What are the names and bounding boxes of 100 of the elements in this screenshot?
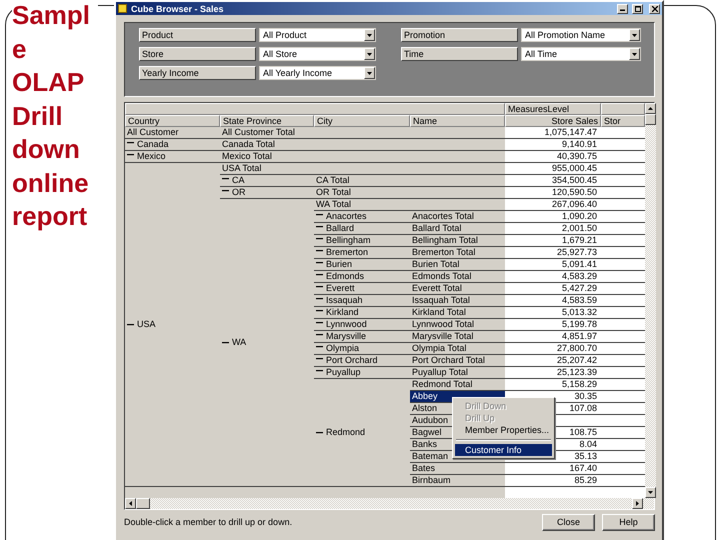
scroll-left-button[interactable] bbox=[125, 498, 136, 509]
member-cell[interactable]: Edmonds bbox=[314, 271, 410, 283]
member-cell[interactable]: Olympia bbox=[314, 343, 410, 355]
member-cell[interactable]: Ballard bbox=[314, 223, 410, 235]
dialog-button[interactable]: Help bbox=[602, 514, 655, 530]
member-label: Mexico bbox=[137, 151, 166, 162]
dropdown-arrow-icon bbox=[632, 34, 637, 36]
minus-icon[interactable] bbox=[316, 355, 323, 362]
minus-icon[interactable] bbox=[222, 175, 229, 182]
sales-cell: 27,800.70 bbox=[505, 343, 601, 355]
member-cell[interactable]: All Customer bbox=[125, 127, 220, 139]
member-label: Banks bbox=[412, 439, 438, 450]
member-label: Kirkland bbox=[326, 307, 359, 318]
sales-cell: 354,500.45 bbox=[505, 175, 601, 187]
minus-icon[interactable] bbox=[316, 295, 323, 302]
measures-header[interactable]: MeasuresLevel bbox=[505, 103, 601, 115]
dimension-label: Store bbox=[139, 47, 256, 61]
up-arrow-icon bbox=[648, 107, 653, 110]
menu-item[interactable]: Customer Info bbox=[455, 444, 552, 456]
scroll-thumb[interactable] bbox=[645, 114, 656, 125]
member-cell[interactable]: Redmond bbox=[314, 379, 410, 487]
minus-icon[interactable] bbox=[316, 223, 323, 230]
member-label: Marysville bbox=[326, 331, 366, 342]
maximize-icon bbox=[634, 6, 640, 12]
minus-icon[interactable] bbox=[316, 307, 323, 314]
total-cell: All Customer Total bbox=[220, 127, 505, 139]
sales-cell: 955,000.45 bbox=[505, 163, 601, 175]
total-cell: Mexico Total bbox=[220, 151, 505, 163]
scroll-thumb[interactable] bbox=[136, 498, 150, 509]
sales-cell: 4,851.97 bbox=[505, 331, 601, 343]
member-cell[interactable]: Puyallup bbox=[314, 367, 410, 379]
column-header[interactable]: State Province bbox=[220, 115, 314, 127]
column-header[interactable]: Store Sales bbox=[505, 115, 601, 127]
left-arrow-icon bbox=[129, 501, 132, 506]
minus-icon[interactable] bbox=[127, 321, 134, 328]
member-label: USA bbox=[137, 319, 156, 330]
member-cell[interactable]: Port Orchard bbox=[314, 355, 410, 367]
sales-cell: 267,096.40 bbox=[505, 199, 601, 211]
window-title: Cube Browser - Sales bbox=[131, 4, 224, 14]
member-cell[interactable]: Mexico bbox=[125, 151, 220, 163]
scroll-up-button[interactable] bbox=[645, 103, 656, 114]
member-label: Everett bbox=[326, 283, 355, 294]
minus-icon[interactable] bbox=[127, 151, 134, 158]
dimension-label: Yearly Income bbox=[139, 66, 256, 80]
dimension-dropdown[interactable]: All Store bbox=[259, 47, 376, 61]
sales-cell: 1,075,147.47 bbox=[505, 127, 601, 139]
minus-icon[interactable] bbox=[316, 271, 323, 278]
member-label: Bateman bbox=[412, 451, 448, 462]
vertical-scrollbar[interactable] bbox=[645, 103, 656, 498]
sales-cell: 2,001.50 bbox=[505, 223, 601, 235]
member-cell[interactable]: WA bbox=[220, 199, 314, 487]
minus-icon[interactable] bbox=[127, 139, 134, 146]
member-cell[interactable]: Lynnwood bbox=[314, 319, 410, 331]
sales-cell: 5,199.78 bbox=[505, 319, 601, 331]
minus-icon[interactable] bbox=[316, 319, 323, 326]
dimension-label: Promotion bbox=[401, 28, 518, 42]
scroll-right-button[interactable] bbox=[632, 498, 643, 509]
minus-icon[interactable] bbox=[316, 343, 323, 350]
horizontal-scrollbar[interactable] bbox=[125, 498, 654, 509]
sales-cell: 1,090.20 bbox=[505, 211, 601, 223]
dimension-dropdown[interactable]: All Time bbox=[521, 47, 641, 61]
member-cell[interactable]: Everett bbox=[314, 283, 410, 295]
close-button[interactable] bbox=[649, 4, 660, 14]
column-header[interactable]: Country bbox=[125, 115, 220, 127]
minus-icon[interactable] bbox=[316, 429, 323, 436]
total-cell: WA Total bbox=[314, 199, 505, 211]
member-cell[interactable]: USA bbox=[125, 163, 220, 487]
dimension-dropdown[interactable]: All Product bbox=[259, 28, 376, 42]
minus-icon[interactable] bbox=[316, 211, 323, 218]
dialog-button[interactable]: Close bbox=[542, 514, 595, 530]
column-header[interactable]: Stor bbox=[601, 115, 645, 127]
member-label: All Customer bbox=[127, 127, 179, 138]
dimension-label: Product bbox=[139, 28, 256, 42]
member-cell[interactable]: Marysville bbox=[314, 331, 410, 343]
member-cell[interactable]: Burien bbox=[314, 259, 410, 271]
column-header[interactable]: Name bbox=[410, 115, 505, 127]
minus-icon[interactable] bbox=[222, 187, 229, 194]
member-cell[interactable]: CA bbox=[220, 175, 314, 187]
minus-icon[interactable] bbox=[316, 367, 323, 374]
member-cell[interactable]: Issaquah bbox=[314, 295, 410, 307]
minimize-button[interactable] bbox=[617, 4, 628, 14]
dimension-dropdown[interactable]: All Promotion Name bbox=[521, 28, 641, 42]
member-cell[interactable]: Kirkland bbox=[314, 307, 410, 319]
minus-icon[interactable] bbox=[316, 331, 323, 338]
minus-icon[interactable] bbox=[316, 247, 323, 254]
column-header[interactable]: City bbox=[314, 115, 410, 127]
minus-icon[interactable] bbox=[316, 259, 323, 266]
minus-icon[interactable] bbox=[316, 283, 323, 290]
minus-icon[interactable] bbox=[316, 235, 323, 242]
member-cell[interactable]: Bellingham bbox=[314, 235, 410, 247]
maximize-button[interactable] bbox=[632, 4, 643, 14]
total-cell: OR Total bbox=[314, 187, 505, 199]
minus-icon[interactable] bbox=[222, 339, 229, 346]
dimension-dropdown[interactable]: All Yearly Income bbox=[259, 66, 376, 80]
member-cell[interactable]: Anacortes bbox=[314, 211, 410, 223]
member-label: Anacortes bbox=[326, 211, 367, 222]
member-cell[interactable]: Bremerton bbox=[314, 247, 410, 259]
member-cell[interactable]: OR bbox=[220, 187, 314, 199]
member-cell[interactable]: Canada bbox=[125, 139, 220, 151]
scroll-down-button[interactable] bbox=[645, 487, 656, 498]
